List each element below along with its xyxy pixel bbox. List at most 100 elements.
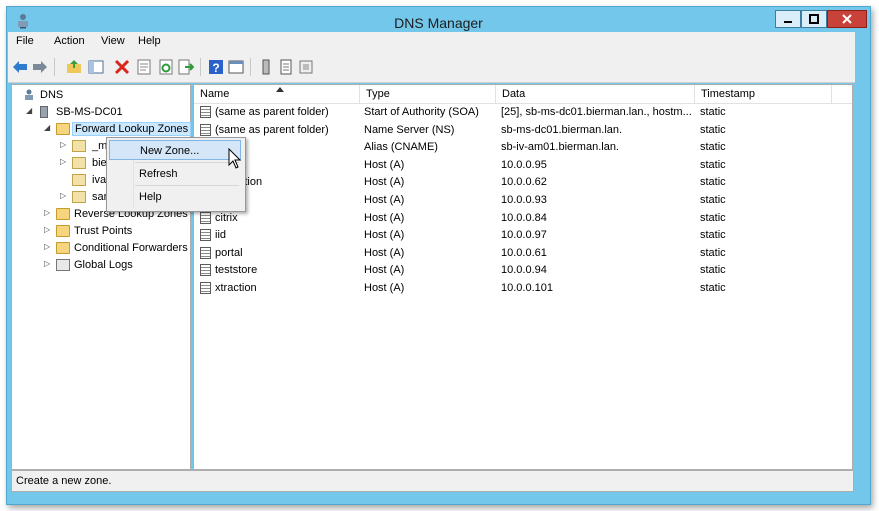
menu-separator [135, 185, 239, 186]
records-list[interactable]: Name Type Data Timestamp (same as parent… [193, 84, 853, 470]
logs-icon [56, 259, 70, 271]
toolbar-separator [200, 58, 201, 76]
cell-timestamp: static [700, 229, 726, 242]
table-row[interactable]: enticationHost (A)10.0.0.62static [194, 174, 852, 192]
column-label: Timestamp [701, 88, 755, 100]
menu-item-refresh[interactable]: Refresh [109, 164, 241, 184]
export-icon[interactable] [178, 59, 194, 75]
zone-icon [72, 191, 86, 203]
console-icon[interactable] [228, 59, 244, 75]
details-icon[interactable] [298, 59, 314, 75]
dns-record-icon [200, 282, 211, 294]
table-row[interactable]: Alias (CNAME) sb-iv-am01.bierman.lan. stat… [194, 139, 852, 157]
expand-arrow-icon[interactable]: ▷ [60, 141, 68, 149]
expand-arrow-icon[interactable]: ▷ [60, 158, 68, 166]
tree-label: SB-MS-DC01 [56, 106, 123, 118]
expand-arrow-icon[interactable]: ▷ [44, 260, 52, 268]
collapse-arrow-icon[interactable]: ◢ [44, 124, 52, 132]
table-row[interactable]: iid Host (A) 10.0.0.97 static [194, 227, 852, 245]
close-icon [842, 14, 852, 24]
window-title: DNS Manager [394, 15, 483, 31]
delete-icon[interactable] [114, 59, 130, 75]
folder-icon [56, 208, 70, 220]
cell-name: xtraction [215, 282, 257, 294]
cell-data: 10.0.0.94 [501, 264, 547, 277]
back-arrow-icon[interactable] [12, 59, 28, 75]
table-row[interactable]: portalHost (A)10.0.0.95static [194, 157, 852, 175]
show-hide-tree-icon[interactable] [88, 59, 104, 75]
expand-arrow-icon[interactable]: ▷ [44, 209, 52, 217]
maximize-button[interactable] [801, 10, 827, 28]
menu-label: New Zone... [140, 145, 200, 157]
column-header-type[interactable]: Type [360, 85, 496, 103]
dns-record-icon [200, 123, 211, 136]
menu-help[interactable]: Help [138, 35, 161, 47]
up-folder-icon[interactable] [66, 59, 82, 75]
dns-record-icon [200, 211, 211, 224]
mouse-pointer-icon [228, 148, 242, 169]
refresh-icon[interactable] [158, 59, 174, 75]
cell-type: Host (A) [364, 211, 405, 224]
cell-name: iid [215, 229, 227, 242]
cell-timestamp: static [700, 282, 726, 294]
dns-icon [25, 89, 33, 100]
table-row[interactable]: (same as parent folder) Start of Authorit… [194, 104, 852, 122]
forward-arrow-icon[interactable] [32, 59, 48, 75]
status-bar: Create a new zone. [11, 470, 854, 492]
toolbar-separator [250, 58, 251, 76]
cell-data: 10.0.0.95 [501, 158, 547, 171]
minimize-button[interactable] [775, 10, 801, 28]
cell-type: Host (A) [364, 176, 405, 189]
cell-timestamp: static [700, 123, 726, 136]
cell-name: portal [215, 246, 243, 259]
column-label: Data [502, 88, 526, 100]
expand-arrow-icon[interactable]: ▷ [60, 192, 68, 200]
tree-label: iva [92, 174, 107, 186]
menu-bar: File Action View Help [8, 32, 855, 52]
cell-name: citrix [215, 211, 238, 224]
help-icon[interactable]: ? [208, 59, 224, 75]
cell-type: Host (A) [364, 264, 405, 277]
zone-icon [72, 174, 86, 186]
close-button[interactable] [827, 10, 867, 28]
folder-icon [56, 242, 70, 254]
column-header-timestamp[interactable]: Timestamp [695, 85, 832, 103]
folder-icon [56, 225, 70, 237]
zone-icon [72, 140, 86, 152]
cell-timestamp: static [700, 211, 726, 224]
tree-label: Trust Points [74, 225, 133, 237]
expand-arrow-icon[interactable]: ▷ [44, 243, 52, 251]
table-row[interactable]: citrix Host (A) 10.0.0.84 static [194, 210, 852, 228]
column-header-row: Name Type Data Timestamp [194, 85, 852, 104]
column-header-name[interactable]: Name [194, 85, 360, 103]
table-row[interactable]: portal Host (A) 10.0.0.61 static [194, 245, 852, 263]
menu-action[interactable]: Action [54, 35, 85, 47]
folder-icon [56, 123, 70, 135]
table-row[interactable]: (same as parent folder) Name Server (NS) s… [194, 122, 852, 140]
table-row[interactable]: teststore Host (A) 10.0.0.94 static [194, 262, 852, 280]
cell-type: Alias (CNAME) [364, 141, 438, 154]
zone-icon [72, 157, 86, 169]
menu-label: Refresh [139, 168, 178, 180]
properties-icon[interactable] [136, 59, 152, 75]
collapse-arrow-icon[interactable]: ◢ [26, 107, 34, 115]
menu-item-help[interactable]: Help [109, 187, 241, 207]
record-icon[interactable] [258, 59, 274, 75]
cell-data: 10.0.0.84 [501, 211, 547, 224]
expand-arrow-icon[interactable]: ▷ [44, 226, 52, 234]
cell-type: Host (A) [364, 229, 405, 242]
menu-file[interactable]: File [16, 35, 34, 47]
menu-item-new-zone[interactable]: New Zone... [109, 140, 241, 160]
table-row[interactable]: erHost (A)10.0.0.93static [194, 192, 852, 210]
menu-view[interactable]: View [101, 35, 125, 47]
cell-data: [25], sb-ms-dc01.bierman.lan., hostm... [501, 106, 692, 118]
cell-type: Host (A) [364, 246, 405, 259]
list-icon[interactable] [278, 59, 294, 75]
column-header-data[interactable]: Data [496, 85, 695, 103]
cell-timestamp: static [700, 158, 726, 171]
cell-type: Start of Authority (SOA) [364, 106, 479, 118]
cell-data: sb-ms-dc01.bierman.lan. [501, 123, 623, 136]
cell-data: 10.0.0.62 [501, 176, 547, 189]
table-row[interactable]: xtraction Host (A) 10.0.0.101 static [194, 280, 852, 298]
cell-timestamp: static [700, 246, 726, 259]
